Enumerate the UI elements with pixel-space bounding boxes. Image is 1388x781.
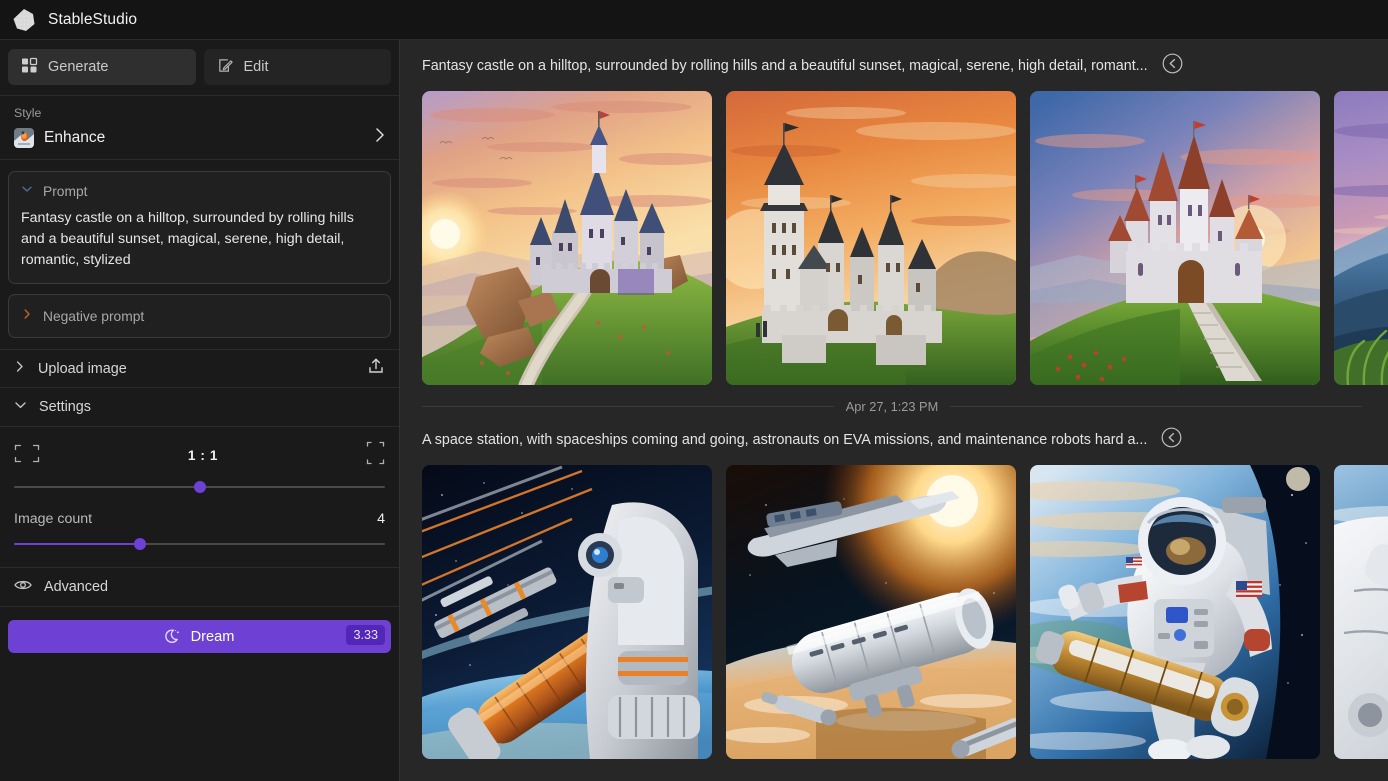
upload-image-label: Upload image bbox=[38, 361, 355, 377]
settings-body: 1 : 1 Image count 4 bbox=[0, 427, 399, 555]
chevron-right-icon bbox=[375, 127, 385, 148]
aspect-wide-icon[interactable] bbox=[14, 444, 40, 468]
image-count-value: 4 bbox=[377, 511, 385, 527]
generated-image-tile[interactable] bbox=[422, 465, 712, 759]
mode-switcher: Generate Edit bbox=[0, 40, 399, 96]
eye-icon bbox=[14, 578, 32, 597]
chevron-down-icon bbox=[21, 182, 33, 200]
image-count-slider[interactable] bbox=[14, 533, 385, 555]
image-count-row: Image count 4 bbox=[14, 511, 385, 527]
generation-group: A space station, with spaceships coming … bbox=[400, 414, 1388, 759]
chevron-right-icon bbox=[14, 360, 26, 378]
sidebar: Generate Edit Style bbox=[0, 40, 400, 781]
generated-image-tile[interactable] bbox=[1334, 465, 1388, 759]
generation-group: Fantasy castle on a hilltop, surrounded … bbox=[400, 40, 1388, 385]
chevron-down-icon bbox=[14, 398, 27, 416]
generated-image-tile[interactable] bbox=[726, 91, 1016, 385]
aspect-ratio-value: 1 : 1 bbox=[188, 448, 218, 463]
image-count-label: Image count bbox=[14, 511, 92, 527]
advanced-label: Advanced bbox=[44, 579, 108, 595]
grid-icon bbox=[21, 57, 38, 78]
generated-image-tile[interactable] bbox=[1030, 465, 1320, 759]
generation-feed[interactable]: Fantasy castle on a hilltop, surrounded … bbox=[400, 40, 1388, 781]
chevron-right-icon bbox=[21, 307, 33, 325]
generate-mode-button[interactable]: Generate bbox=[8, 49, 196, 85]
generation-image-row bbox=[422, 465, 1388, 759]
upload-icon[interactable] bbox=[367, 357, 385, 380]
negative-prompt-header[interactable]: Negative prompt bbox=[21, 307, 378, 325]
app-root: StableStudio Generate bbox=[0, 0, 1388, 781]
negative-prompt-card[interactable]: Negative prompt bbox=[8, 294, 391, 338]
generated-image-tile[interactable] bbox=[1334, 91, 1388, 385]
edit-mode-label: Edit bbox=[244, 59, 269, 75]
generated-image-tile[interactable] bbox=[726, 465, 1016, 759]
aspect-tall-icon[interactable] bbox=[366, 441, 385, 470]
dream-button[interactable]: Dream 3.33 bbox=[8, 620, 391, 653]
style-selector[interactable]: Enhance bbox=[14, 127, 385, 148]
generation-image-row bbox=[422, 91, 1388, 385]
generate-mode-label: Generate bbox=[48, 59, 108, 75]
app-title: StableStudio bbox=[48, 11, 137, 29]
negative-prompt-label: Negative prompt bbox=[43, 309, 144, 324]
generation-prompt-text: A space station, with spaceships coming … bbox=[422, 432, 1147, 448]
aspect-ratio-slider[interactable] bbox=[14, 476, 385, 498]
prompt-header[interactable]: Prompt bbox=[21, 182, 378, 200]
prompt-label: Prompt bbox=[43, 184, 87, 199]
body-row: Generate Edit Style bbox=[0, 40, 1388, 781]
slider-thumb[interactable] bbox=[194, 481, 206, 493]
style-section: Style Enhance bbox=[0, 96, 399, 160]
aspect-ratio-row: 1 : 1 bbox=[14, 441, 385, 470]
prompt-input[interactable]: Fantasy castle on a hilltop, surrounded … bbox=[21, 208, 378, 271]
date-divider: Apr 27, 1:23 PM bbox=[422, 399, 1362, 414]
top-bar: StableStudio bbox=[0, 0, 1388, 40]
slider-thumb[interactable] bbox=[134, 538, 146, 550]
divider-timestamp: Apr 27, 1:23 PM bbox=[846, 399, 938, 414]
settings-label: Settings bbox=[39, 399, 385, 415]
generation-header: Fantasy castle on a hilltop, surrounded … bbox=[422, 40, 1388, 80]
generated-image-tile[interactable] bbox=[1030, 91, 1320, 385]
arrow-left-circle-icon[interactable] bbox=[1161, 427, 1182, 453]
generation-prompt-text: Fantasy castle on a hilltop, surrounded … bbox=[422, 58, 1148, 74]
dream-label: Dream bbox=[191, 629, 235, 645]
slider-fill bbox=[14, 543, 140, 545]
pencil-square-icon bbox=[217, 57, 234, 78]
generation-header: A space station, with spaceships coming … bbox=[422, 414, 1388, 454]
divider-line-right bbox=[950, 406, 1362, 407]
style-value: Enhance bbox=[44, 129, 375, 147]
generated-image-tile[interactable] bbox=[422, 91, 712, 385]
settings-row[interactable]: Settings bbox=[0, 388, 399, 427]
moon-star-icon bbox=[165, 628, 182, 645]
advanced-row[interactable]: Advanced bbox=[0, 567, 399, 607]
dream-cost-badge: 3.33 bbox=[346, 625, 385, 645]
dream-section: Dream 3.33 bbox=[0, 607, 399, 653]
edit-mode-button[interactable]: Edit bbox=[204, 49, 392, 85]
prompt-card[interactable]: Prompt Fantasy castle on a hilltop, surr… bbox=[8, 171, 391, 284]
divider-line-left bbox=[422, 406, 834, 407]
arrow-left-circle-icon[interactable] bbox=[1162, 53, 1183, 79]
upload-image-row[interactable]: Upload image bbox=[0, 349, 399, 388]
style-thumbnail bbox=[14, 128, 34, 148]
style-label: Style bbox=[14, 106, 385, 120]
hexagon-logo-icon bbox=[11, 7, 37, 33]
